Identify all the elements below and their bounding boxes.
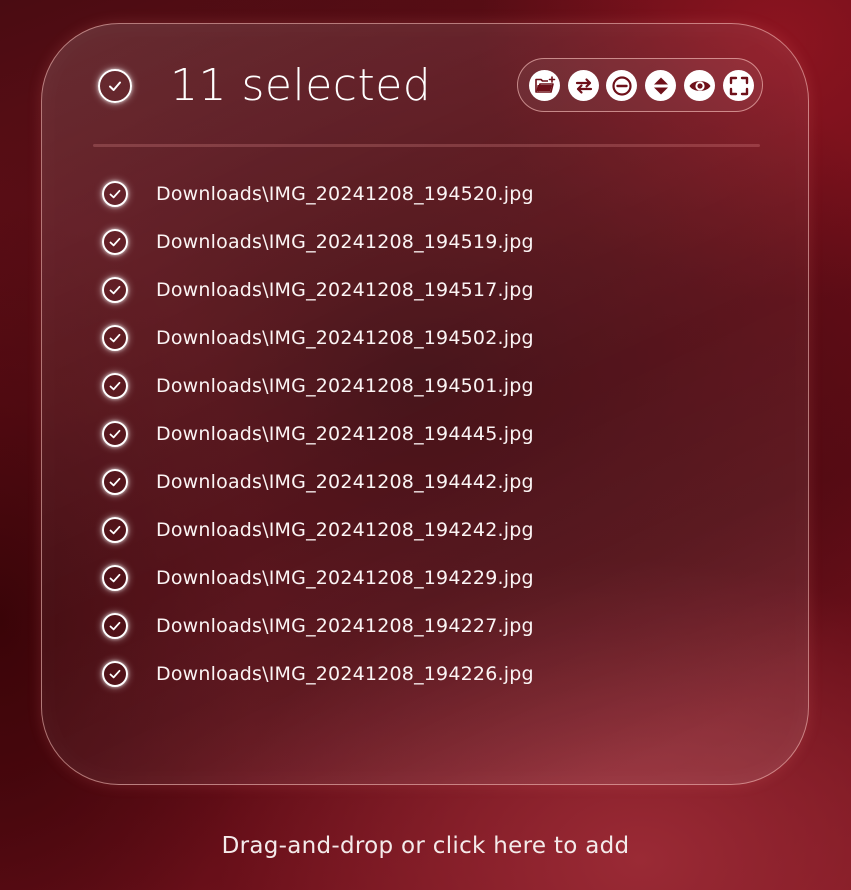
file-name: Downloads\IMG_20241208_194519.jpg [156, 231, 534, 253]
file-item[interactable]: Downloads\IMG_20241208_194242.jpg [98, 515, 738, 545]
file-check-icon[interactable] [102, 517, 128, 543]
sort-button[interactable] [645, 70, 676, 101]
file-item[interactable]: Downloads\IMG_20241208_194229.jpg [98, 563, 738, 593]
focus-frame-icon [729, 76, 748, 95]
sort-updown-icon [653, 77, 668, 94]
select-area-button[interactable] [723, 70, 754, 101]
folder-plus-icon [534, 75, 555, 93]
file-check-icon[interactable] [102, 325, 128, 351]
file-item[interactable]: Downloads\IMG_20241208_194442.jpg [98, 467, 738, 497]
file-item[interactable]: Downloads\IMG_20241208_194445.jpg [98, 419, 738, 449]
file-item[interactable]: Downloads\IMG_20241208_194226.jpg [98, 659, 738, 689]
file-item[interactable]: Downloads\IMG_20241208_194517.jpg [98, 275, 738, 305]
file-name: Downloads\IMG_20241208_194445.jpg [156, 423, 534, 445]
select-all-check-icon[interactable] [98, 69, 132, 103]
header-divider [93, 144, 760, 147]
file-name: Downloads\IMG_20241208_194501.jpg [156, 375, 534, 397]
file-item[interactable]: Downloads\IMG_20241208_194501.jpg [98, 371, 738, 401]
toolbar [517, 58, 763, 112]
minus-circle-icon [611, 75, 632, 96]
add-folder-button[interactable] [529, 70, 560, 101]
file-check-icon[interactable] [102, 373, 128, 399]
arrows-swap-icon [575, 77, 592, 94]
file-check-icon[interactable] [102, 421, 128, 447]
file-name: Downloads\IMG_20241208_194227.jpg [156, 615, 534, 637]
file-panel: 11 selected Downloads\IMG_20241208_19452… [41, 23, 809, 785]
file-name: Downloads\IMG_20241208_194226.jpg [156, 663, 534, 685]
file-name: Downloads\IMG_20241208_194229.jpg [156, 567, 534, 589]
file-item[interactable]: Downloads\IMG_20241208_194519.jpg [98, 227, 738, 257]
file-check-icon[interactable] [102, 469, 128, 495]
file-check-icon[interactable] [102, 277, 128, 303]
file-check-icon[interactable] [102, 229, 128, 255]
file-name: Downloads\IMG_20241208_194242.jpg [156, 519, 534, 541]
file-check-icon[interactable] [102, 613, 128, 639]
file-name: Downloads\IMG_20241208_194520.jpg [156, 183, 534, 205]
file-item[interactable]: Downloads\IMG_20241208_194227.jpg [98, 611, 738, 641]
swap-button[interactable] [568, 70, 599, 101]
eye-icon [689, 80, 710, 91]
file-check-icon[interactable] [102, 565, 128, 591]
file-item[interactable]: Downloads\IMG_20241208_194502.jpg [98, 323, 738, 353]
file-check-icon[interactable] [102, 181, 128, 207]
file-name: Downloads\IMG_20241208_194517.jpg [156, 279, 534, 301]
file-name: Downloads\IMG_20241208_194442.jpg [156, 471, 534, 493]
drop-zone-text[interactable]: Drag-and-drop or click here to add [0, 830, 851, 862]
file-item[interactable]: Downloads\IMG_20241208_194520.jpg [98, 179, 738, 209]
remove-button[interactable] [606, 70, 637, 101]
selection-count-title: 11 selected [170, 60, 432, 111]
preview-button[interactable] [684, 70, 715, 101]
file-check-icon[interactable] [102, 661, 128, 687]
file-name: Downloads\IMG_20241208_194502.jpg [156, 327, 534, 349]
